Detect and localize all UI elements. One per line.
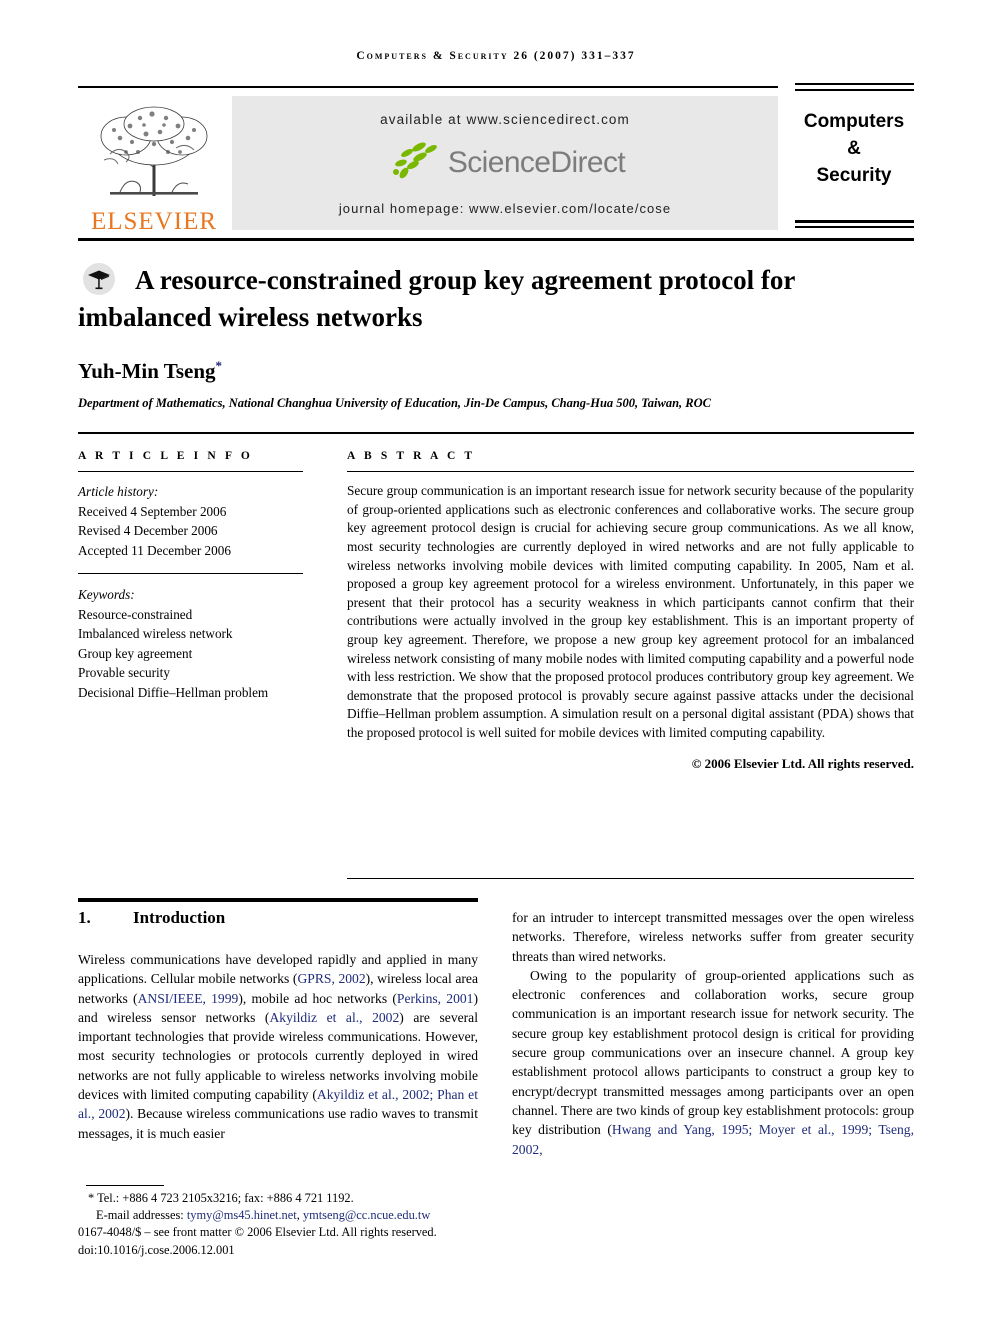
paragraph: for an intruder to intercept transmitted… xyxy=(512,910,914,964)
affiliation: Department of Mathematics, National Chan… xyxy=(78,396,711,410)
footnote-emails: E-mail addresses: tymy@ms45.hinet.net, y… xyxy=(96,1207,508,1224)
masthead-top-rule xyxy=(78,86,778,88)
section-thick-rule xyxy=(78,898,478,902)
article-info-heading: A R T I C L E I N F O xyxy=(78,450,253,462)
email-link-secondary[interactable]: ymtseng@cc.ncue.edu.tw xyxy=(303,1208,430,1222)
email-link-primary[interactable]: tymy@ms45.hinet.net xyxy=(187,1208,297,1222)
keyword-item: Imbalanced wireless network xyxy=(78,626,233,642)
sciencedirect-wordmark: ScienceDirect xyxy=(447,146,626,179)
section-title: Introduction xyxy=(133,908,226,927)
elsevier-logo: ELSEVIER xyxy=(80,96,228,241)
text-run: ). Because wireless communications use r… xyxy=(78,1106,478,1141)
body-column-left: 1. Introduction Wireless communications h… xyxy=(78,908,478,1143)
journal-homepage-text: journal homepage: www.elsevier.com/locat… xyxy=(338,201,672,216)
article-info-column: A R T I C L E I N F O Article history: R… xyxy=(78,450,303,702)
journal-title-line-2: & xyxy=(847,138,861,159)
journal-title-line-3: Security xyxy=(816,165,892,186)
rule-above-article-info xyxy=(78,432,914,434)
journal-box-top-rule xyxy=(795,83,914,85)
elsevier-tree-logo-icon xyxy=(80,96,228,208)
article-history-revised: Revised 4 December 2006 xyxy=(78,523,218,539)
paragraph: Wireless communications have developed r… xyxy=(78,950,478,1143)
author-name: Yuh-Min Tseng* xyxy=(78,358,222,384)
text-run: ), mobile ad hoc networks ( xyxy=(238,990,397,1006)
abstract-rule xyxy=(347,471,914,473)
article-title: A resource-constrained group key agreeme… xyxy=(78,265,795,332)
author-footnote-marker: * xyxy=(215,358,223,373)
citation-link[interactable]: ANSI/IEEE, 1999 xyxy=(138,991,239,1006)
abstract-column: A B S T R A C T Secure group communicati… xyxy=(347,450,914,772)
available-at-text: available at www.sciencedirect.com xyxy=(380,112,630,127)
sciencedirect-leaves-logo-icon xyxy=(385,139,443,188)
body-text-right: for an intruder to intercept transmitted… xyxy=(512,908,914,1159)
sciencedirect-logo: ScienceDirect xyxy=(232,141,778,185)
keyword-item: Decisional Diffie–Hellman problem xyxy=(78,684,269,700)
keyword-item: Group key agreement xyxy=(78,645,193,661)
abstract-copyright: © 2006 Elsevier Ltd. All rights reserved… xyxy=(691,755,914,771)
footnote-telephone: * Tel.: +886 4 723 2105x3216; fax: +886 … xyxy=(88,1191,354,1205)
abstract-heading: A B S T R A C T xyxy=(347,450,476,462)
journal-box-top-rule-second xyxy=(795,89,914,91)
journal-title-line-1: Computers xyxy=(803,111,905,132)
citation-link[interactable]: GPRS, 2002 xyxy=(297,971,365,986)
section-number: 1. xyxy=(78,908,91,927)
elsevier-wordmark: ELSEVIER xyxy=(90,208,218,235)
article-history-accepted: Accepted 11 December 2006 xyxy=(78,542,231,558)
footnote-block: * Tel.: +886 4 723 2105x3216; fax: +886 … xyxy=(78,1190,508,1259)
footnote-issn: 0167-4048/$ – see front matter © 2006 El… xyxy=(78,1225,437,1240)
running-head: Computers & Security 26 (2007) 331–337 xyxy=(356,50,636,62)
keyword-item: Resource-constrained xyxy=(78,606,193,622)
body-column-right: for an intruder to intercept transmitted… xyxy=(512,908,914,1159)
article-info-rule xyxy=(78,471,303,473)
footnote-doi: doi:10.1016/j.cose.2006.12.001 xyxy=(78,1242,235,1257)
keywords-block: Keywords: Resource-constrained Imbalance… xyxy=(78,585,303,702)
text-run: Owing to the popularity of group-oriente… xyxy=(512,967,914,1138)
sciencedirect-banner: available at www.sciencedirect.com Scien… xyxy=(232,96,778,230)
footnote-rule xyxy=(86,1185,164,1187)
author-name-text: Yuh-Min Tseng xyxy=(78,359,216,383)
masthead-bottom-rule xyxy=(78,238,914,241)
journal-title-box: Computers & Security xyxy=(790,108,918,189)
article-history-received: Received 4 September 2006 xyxy=(78,503,227,519)
article-history-block: Article history: Received 4 September 20… xyxy=(78,482,303,560)
paragraph: Owing to the popularity of group-oriente… xyxy=(512,966,914,1159)
journal-box-bottom-rule-second xyxy=(795,226,914,228)
rule-below-abstract xyxy=(347,878,914,880)
keywords-label: Keywords: xyxy=(78,587,135,603)
section-heading-introduction: 1. Introduction xyxy=(78,908,478,928)
abstract-text: Secure group communication is an importa… xyxy=(347,483,914,740)
journal-box-bottom-rule xyxy=(795,220,914,223)
keywords-rule xyxy=(78,573,303,575)
body-text-left: Wireless communications have developed r… xyxy=(78,950,478,1143)
citation-link[interactable]: Perkins, 2001 xyxy=(397,991,474,1006)
email-label: E-mail addresses: xyxy=(96,1208,184,1223)
keyword-item: Provable security xyxy=(78,665,170,681)
journal-article-page: Computers & Security 26 (2007) 331–337 E… xyxy=(0,0,992,1323)
citation-link[interactable]: Akyildiz et al., 2002 xyxy=(269,1010,399,1025)
article-history-label: Article history: xyxy=(78,484,159,500)
